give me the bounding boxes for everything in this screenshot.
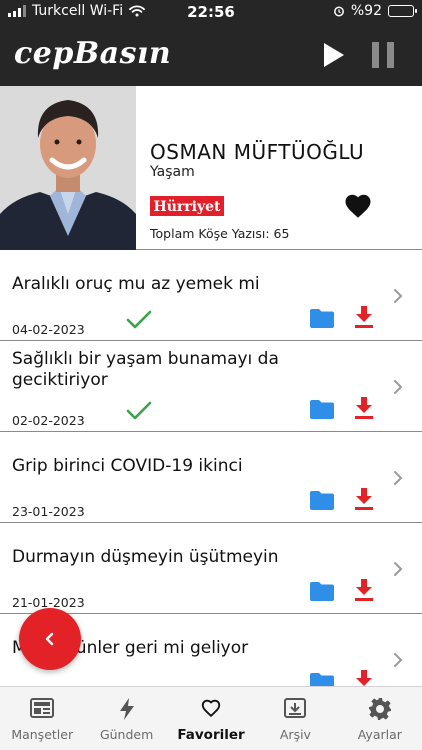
chevron-right-icon (394, 653, 403, 667)
newspaper-icon (30, 698, 55, 718)
bolt-icon (119, 698, 134, 720)
chevron-right-icon (394, 380, 403, 394)
tab-label: Ayarlar (357, 727, 402, 742)
pause-icon[interactable] (368, 40, 398, 70)
download-icon[interactable] (354, 579, 374, 601)
heart-icon (201, 699, 221, 718)
folder-icon[interactable] (310, 308, 334, 328)
article-row[interactable]: Grip birinci COVID-19 ikinci 23-01-2023 (0, 432, 422, 523)
author-name: OSMAN MÜFTÜOĞLU (150, 140, 365, 164)
favorite-heart-icon[interactable] (343, 191, 373, 221)
chevron-right-icon (394, 471, 403, 485)
tab-label: Favoriler (177, 727, 245, 743)
download-icon[interactable] (354, 397, 374, 419)
article-title: Sağlıklı bir yaşam bunamayı da geciktiri… (12, 349, 279, 390)
alarm-icon (333, 6, 344, 17)
download-icon[interactable] (354, 488, 374, 510)
read-check-icon (126, 310, 152, 329)
tab-label: Gündem (99, 727, 154, 742)
article-row[interactable]: Durmayın düşmeyin üşütmeyin 21-01-2023 (0, 523, 422, 614)
author-category: Yaşam (150, 164, 195, 180)
play-icon[interactable] (318, 40, 348, 70)
folder-icon[interactable] (310, 399, 334, 419)
svg-text:Hürriyet: Hürriyet (154, 199, 222, 215)
article-row[interactable]: Sağlıklı bir yaşam bunamayı da geciktiri… (0, 341, 422, 432)
app-header: cepBasın (0, 24, 422, 86)
tab-label: Arşiv (279, 727, 311, 742)
archive-icon (284, 698, 307, 718)
author-profile: OSMAN MÜFTÜOĞLU Yaşam Hürriyet Toplam Kö… (0, 86, 422, 250)
folder-icon[interactable] (310, 490, 334, 510)
article-date: 04-02-2023 (12, 322, 85, 337)
gear-icon (368, 698, 391, 720)
status-right: %92 (333, 3, 417, 19)
article-title: Durmayın düşmeyin üşütmeyin (12, 547, 279, 567)
article-date: 02-02-2023 (12, 413, 85, 428)
folder-icon[interactable] (310, 581, 334, 601)
back-button[interactable] (19, 608, 81, 670)
article-title: Aralıklı oruç mu az yemek mi (12, 274, 260, 294)
article-title: Grip birinci COVID-19 ikinci (12, 456, 243, 476)
tab-mansetler[interactable]: Manşetler (0, 687, 84, 750)
total-article-count: Toplam Köşe Yazısı: 65 (150, 226, 290, 241)
chevron-right-icon (394, 289, 403, 303)
app-logo: cepBasın (14, 36, 172, 71)
tab-gundem[interactable]: Gündem (84, 687, 168, 750)
article-date: 23-01-2023 (12, 504, 85, 519)
author-photo (0, 86, 136, 250)
status-bar: Turkcell Wi-Fi 22:56 %92 (0, 0, 422, 24)
chevron-left-icon (45, 632, 54, 646)
tab-arsiv[interactable]: Arşiv (253, 687, 337, 750)
download-icon[interactable] (354, 306, 374, 328)
tab-ayarlar[interactable]: Ayarlar (338, 687, 422, 750)
tab-bar: Manşetler Gündem Favoriler Arşiv Ayarlar (0, 686, 422, 750)
article-row[interactable]: Aralıklı oruç mu az yemek mi 04-02-2023 (0, 250, 422, 341)
battery-percent: %92 (350, 3, 382, 19)
read-check-icon (126, 401, 152, 420)
chevron-right-icon (394, 562, 403, 576)
tab-label: Manşetler (11, 727, 74, 742)
tab-favoriler[interactable]: Favoriler (169, 687, 253, 750)
newspaper-logo: Hürriyet (150, 196, 224, 216)
battery-icon (388, 5, 417, 17)
